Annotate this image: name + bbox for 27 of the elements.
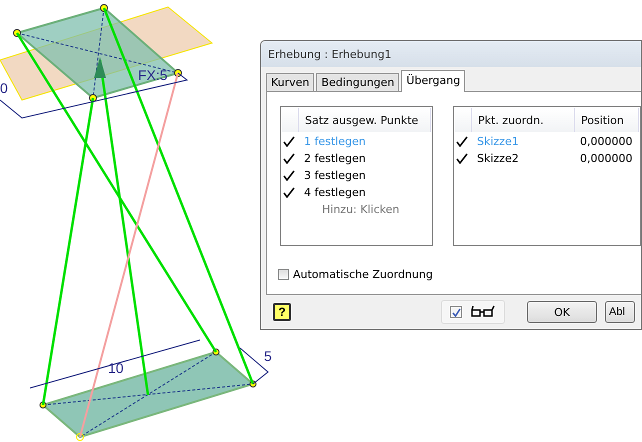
list-item[interactable]: 3 festlegen (304, 169, 366, 182)
dimension-label: 5 (264, 348, 272, 364)
list-hint: Hinzu: Klicken (321, 202, 400, 218)
dimension-label: FX:5 (138, 67, 168, 83)
dimension-label: 10 (108, 360, 124, 376)
help-button[interactable]: ? (273, 303, 291, 321)
table-cell: 0,000000 (580, 135, 632, 148)
tab[interactable]: Kurven (266, 73, 314, 91)
tab[interactable]: Bedingungen (316, 73, 400, 91)
preview-toggle[interactable] (441, 300, 505, 324)
column-header: Pkt. zuordn. (472, 108, 575, 132)
direction-arrow-icon (94, 57, 106, 78)
checkbox[interactable] (450, 306, 462, 318)
tab[interactable]: Übergang (401, 70, 466, 92)
column-header: Satz ausgew. Punkte (299, 108, 431, 132)
table-cell: 0,000000 (580, 152, 632, 165)
dimension-label: 0 (0, 80, 8, 96)
list-item[interactable]: Skizze2 (477, 152, 580, 165)
column-header: Position (575, 108, 639, 132)
glasses-icon (470, 305, 496, 319)
dialog-button[interactable]: OK (527, 301, 597, 323)
list-item[interactable]: 2 festlegen (304, 152, 366, 165)
window-title: Erhebung : Erhebung1 (268, 48, 392, 60)
checkbox[interactable] (278, 269, 289, 280)
checkbox-label: Automatische Zuordnung (293, 268, 433, 281)
dialog-button[interactable]: Abl (605, 301, 635, 323)
list-item[interactable]: 4 festlegen (304, 186, 366, 199)
